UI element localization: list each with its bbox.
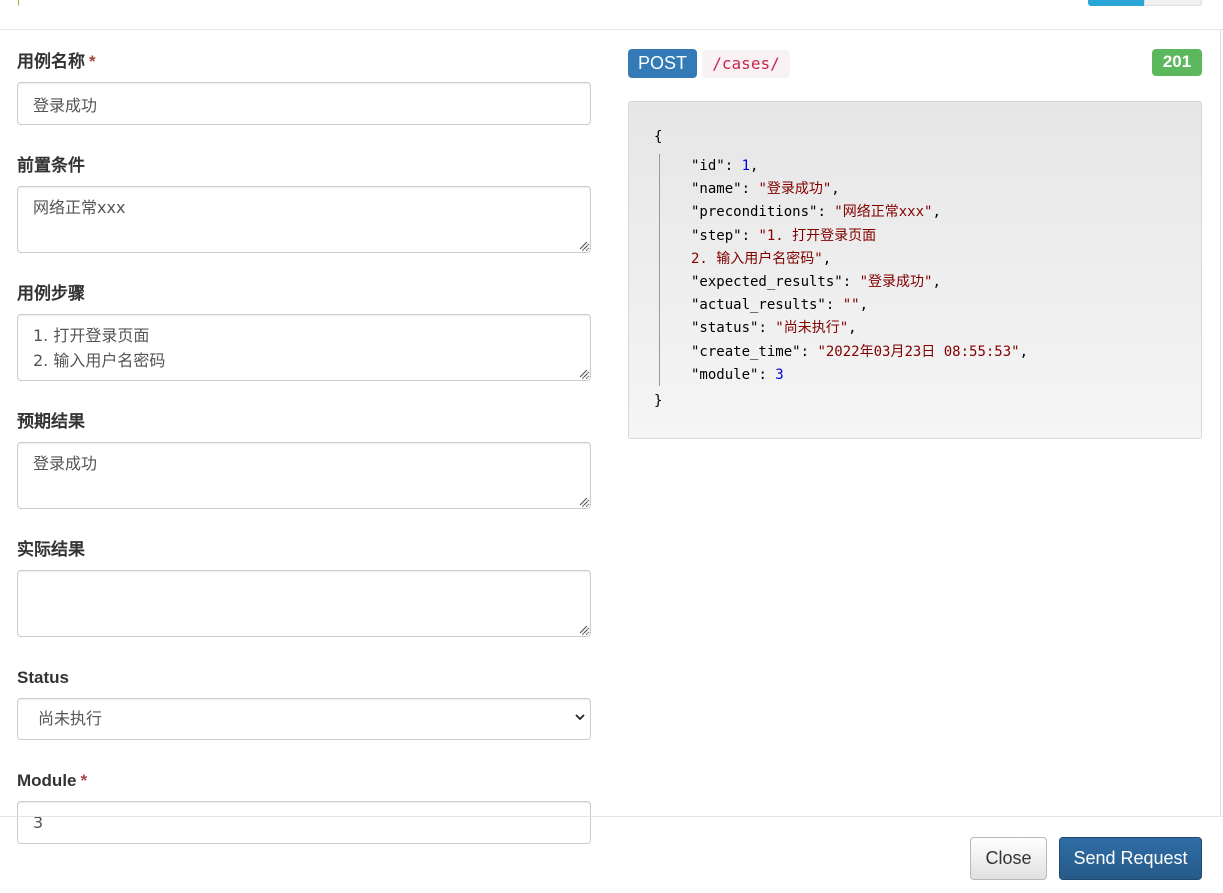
response-status-badge: 201 [1152, 49, 1202, 76]
steps-textarea[interactable]: 1. 打开登录页面 2. 输入用户名密码 [17, 314, 591, 381]
json-value: "尚未执行" [775, 320, 849, 337]
actual-label: 实际结果 [17, 540, 85, 559]
send-request-button[interactable]: Send Request [1059, 837, 1202, 880]
json-line: "module": 3 [691, 364, 1028, 387]
preconditions-textarea[interactable]: 网络正常xxx [17, 186, 591, 253]
json-comma: , [750, 158, 759, 174]
required-mark: * [89, 52, 96, 71]
json-value: 1 [741, 158, 751, 174]
json-key: "name" [691, 181, 742, 198]
json-line: "status": "尚未执行", [691, 317, 1028, 340]
modal-footer: Close Send Request [0, 816, 1223, 893]
form-group-name: 用例名称 * [17, 52, 591, 125]
name-label-text: 用例名称 [17, 52, 85, 71]
json-separator: : [825, 297, 843, 314]
json-line: "create_time": "2022年03月23日 08:55:53", [691, 341, 1028, 364]
json-key: "step" [691, 227, 742, 244]
json-open-brace: { [654, 129, 663, 145]
module-label-text: Module [17, 771, 77, 790]
json-separator: : [741, 227, 759, 244]
json-key: "actual_results" [691, 297, 826, 314]
json-comma: , [831, 181, 840, 198]
steps-label: 用例步骤 [17, 284, 85, 303]
json-value: "" [842, 297, 860, 314]
json-comma: , [848, 320, 857, 337]
method-badge: POST [628, 49, 697, 78]
case-form: 用例名称* 前置条件 网络正常xxx 用例步骤 1. 打开登录页面 2. 输入用… [17, 31, 591, 844]
modal-header: | [0, 0, 1223, 30]
json-line: "expected_results": "登录成功", [691, 271, 1028, 294]
json-comma: , [932, 204, 941, 221]
name-label: 用例名称 * [17, 52, 591, 72]
json-line: "actual_results": "", [691, 294, 1028, 317]
json-value: 3 [775, 366, 784, 383]
json-value: "登录成功" [758, 181, 832, 198]
header-toggle-group [1088, 0, 1202, 6]
actual-textarea[interactable] [17, 570, 591, 637]
json-key: "id" [691, 158, 725, 174]
form-group-expected: 预期结果 登录成功 [17, 412, 591, 509]
required-mark: * [80, 771, 88, 790]
name-input[interactable] [17, 82, 591, 125]
form-group-status: Status 尚未执行 [17, 668, 591, 740]
json-key: "module" [691, 366, 759, 383]
json-comma: , [932, 274, 941, 291]
json-close-brace: } [654, 393, 663, 409]
json-key: "expected_results" [691, 274, 843, 291]
header-toggle-active[interactable] [1088, 0, 1144, 6]
json-line: "step": "1. 打开登录页面 2. 输入用户名密码", [691, 225, 1028, 271]
json-key: "status" [691, 320, 759, 337]
header-toggle-inactive[interactable] [1144, 0, 1202, 6]
json-comma: , [859, 297, 869, 314]
module-label: Module * [17, 771, 591, 791]
json-value: "网络正常xxx" [834, 204, 933, 221]
request-path: /cases/ [702, 50, 790, 78]
json-value: "登录成功" [859, 274, 933, 291]
json-indent-guide [659, 154, 660, 386]
json-separator: : [741, 181, 759, 198]
json-value: "2022年03月23日 08:55:53" [817, 343, 1020, 360]
json-key: "preconditions" [691, 204, 818, 221]
status-label: Status [17, 668, 69, 687]
preconditions-label: 前置条件 [17, 156, 85, 175]
scrollbar-track[interactable] [1220, 30, 1221, 817]
json-separator: : [817, 204, 835, 221]
close-button[interactable]: Close [970, 837, 1047, 880]
chevron-down-icon [575, 714, 585, 721]
expected-label: 预期结果 [17, 412, 85, 431]
json-separator: : [842, 274, 860, 291]
form-group-preconditions: 前置条件 网络正常xxx [17, 156, 591, 253]
header-icon: | [17, 0, 20, 6]
form-group-steps: 用例步骤 1. 打开登录页面 2. 输入用户名密码 [17, 284, 591, 381]
status-select[interactable]: 尚未执行 [17, 698, 591, 740]
expected-textarea[interactable]: 登录成功 [17, 442, 591, 509]
json-line: "preconditions": "网络正常xxx", [691, 201, 1028, 224]
json-separator: : [758, 366, 776, 383]
json-separator: : [800, 343, 818, 360]
json-comma: , [822, 250, 832, 267]
json-line: "name": "登录成功", [691, 178, 1028, 201]
json-separator: : [724, 158, 742, 174]
json-body: "id": 1, "name": "登录成功", "preconditions": … [691, 155, 1028, 387]
json-key: "create_time" [691, 343, 801, 360]
response-panel: { "id": 1, "name": "登录成功", "preconditions"… [628, 101, 1202, 439]
json-separator: : [758, 320, 776, 337]
json-comma: , [1019, 343, 1029, 360]
json-line: "id": 1, [691, 155, 1028, 178]
form-group-actual: 实际结果 [17, 540, 591, 637]
